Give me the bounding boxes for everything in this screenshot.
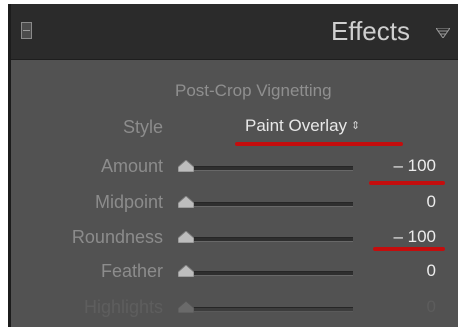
triangle-down-icon[interactable] <box>436 28 450 38</box>
feather-label: Feather <box>100 261 163 281</box>
annotation-underline-style <box>235 142 403 146</box>
roundness-slider-track[interactable] <box>181 237 353 242</box>
style-dropdown-value: Paint Overlay <box>245 116 348 135</box>
style-dropdown[interactable]: Paint Overlay ⇕ <box>245 116 360 136</box>
feather-value[interactable]: 0 <box>427 261 436 281</box>
effects-panel: Effects Post-Crop Vignetting Style Paint… <box>8 4 458 327</box>
highlights-value: 0 <box>426 297 436 316</box>
annotation-underline-roundness <box>373 247 445 251</box>
amount-slider-thumb[interactable] <box>178 160 194 172</box>
feather-slider-track[interactable] <box>181 271 353 276</box>
midpoint-value[interactable]: 0 <box>427 192 436 212</box>
roundness-label: Roundness <box>71 227 163 247</box>
highlights-row: Highlights 0 <box>11 295 458 321</box>
section-title: Post-Crop Vignetting <box>175 81 332 100</box>
amount-row: Amount – 100 <box>11 154 458 180</box>
amount-value[interactable]: – 100 <box>393 156 436 176</box>
midpoint-slider-thumb[interactable] <box>178 196 194 208</box>
roundness-slider-thumb[interactable] <box>178 231 194 243</box>
highlights-label: Highlights <box>83 297 163 317</box>
vignetting-section: Post-Crop Vignetting Style Paint Overlay… <box>11 60 458 327</box>
highlights-slider-track <box>181 307 353 312</box>
midpoint-slider-track[interactable] <box>181 202 353 207</box>
amount-slider-track[interactable] <box>181 166 353 171</box>
midpoint-label: Midpoint <box>94 192 163 212</box>
amount-label: Amount <box>100 156 163 176</box>
panel-switch-icon[interactable] <box>21 22 32 39</box>
feather-row: Feather 0 <box>11 259 458 285</box>
panel-title: Effects <box>330 16 410 46</box>
style-row: Style Paint Overlay ⇕ <box>11 115 458 141</box>
updown-arrows-icon: ⇕ <box>351 120 361 132</box>
annotation-underline-amount <box>369 181 445 185</box>
roundness-value[interactable]: – 100 <box>393 227 436 247</box>
midpoint-row: Midpoint 0 <box>11 190 458 216</box>
panel-header[interactable]: Effects <box>11 4 458 60</box>
feather-slider-thumb[interactable] <box>178 265 194 277</box>
style-label: Style <box>122 117 163 137</box>
highlights-slider-thumb <box>178 301 194 313</box>
